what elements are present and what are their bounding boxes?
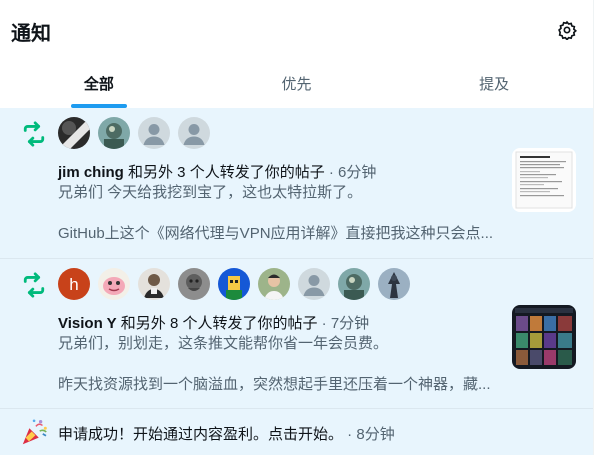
actor-name[interactable]: Vision Y — [58, 315, 117, 332]
avatar[interactable] — [138, 117, 170, 149]
notification-time: · 7分钟 — [317, 315, 370, 332]
post-thumbnail[interactable] — [512, 148, 576, 212]
post-thumbnail[interactable] — [512, 305, 576, 369]
notification-headline: Vision Y 和另外 8 个人转发了你的帖子 · 7分钟 — [58, 312, 369, 333]
notifications-feed: jim ching 和另外 3 个人转发了你的帖子 · 6分钟 兄弟们 今天给我… — [0, 108, 593, 455]
system-message-text: 申请成功！开始通过内容盈利。点击开始。 — [58, 426, 344, 443]
svg-text:h: h — [69, 275, 78, 294]
repost-notification[interactable]: h Vision Y 和另外 8 个人转发了你的帖子 · 7分钟 兄弟们，别划走… — [0, 258, 593, 408]
notification-time: · 6分钟 — [324, 164, 377, 181]
notification-summary: 和另外 3 个人转发了你的帖子 — [123, 164, 325, 181]
avatar-group: h — [58, 268, 410, 300]
tab-all-label: 全部 — [83, 75, 114, 93]
post-preview-line: 昨天找资源找到一个脑溢血，突然想起手里还压着一个神器，藏... — [58, 376, 491, 393]
notification-headline: jim ching 和另外 3 个人转发了你的帖子 · 6分钟 — [58, 161, 376, 182]
system-message: 申请成功！开始通过内容盈利。点击开始。 · 8分钟 — [58, 423, 395, 444]
party-popper-icon — [22, 419, 47, 445]
page-title: 通知 — [11, 23, 51, 45]
settings-gear-icon[interactable] — [553, 16, 581, 44]
tab-mentions-label: 提及 — [479, 75, 510, 93]
notification-time: · 8分钟 — [343, 426, 395, 443]
post-preview-line: GitHub上这个《网络代理与VPN应用详解》直接把我这种只会点... — [58, 225, 494, 242]
tab-mentions[interactable]: 提及 — [395, 58, 593, 108]
tab-priority-label: 优先 — [281, 75, 312, 93]
avatar[interactable] — [98, 268, 130, 300]
avatar[interactable] — [178, 268, 210, 300]
avatar[interactable]: h — [58, 268, 90, 300]
avatar[interactable] — [178, 117, 210, 149]
actor-name[interactable]: jim ching — [58, 164, 124, 181]
tab-priority[interactable]: 优先 — [198, 58, 396, 108]
header: 通知 — [0, 0, 593, 58]
post-preview-line: 兄弟们 今天给我挖到宝了，这也太特拉斯了。 — [58, 184, 363, 201]
avatar[interactable] — [218, 268, 250, 300]
avatar[interactable] — [258, 268, 290, 300]
avatar-group — [58, 117, 210, 149]
notification-tabs: 全部 优先 提及 — [0, 58, 593, 108]
avatar[interactable] — [98, 117, 130, 149]
avatar[interactable] — [338, 268, 370, 300]
notification-summary: 和另外 8 个人转发了你的帖子 — [116, 315, 318, 332]
avatar[interactable] — [378, 268, 410, 300]
repost-notification[interactable]: jim ching 和另外 3 个人转发了你的帖子 · 6分钟 兄弟们 今天给我… — [0, 108, 593, 258]
scrollbar[interactable] — [593, 0, 611, 455]
avatar[interactable] — [58, 117, 90, 149]
avatar[interactable] — [298, 268, 330, 300]
post-preview-line: 兄弟们，别划走，这条推文能帮你省一年会员费。 — [58, 335, 389, 352]
repost-icon — [23, 121, 45, 147]
repost-icon — [23, 272, 45, 298]
tab-all[interactable]: 全部 — [0, 58, 198, 108]
system-notification[interactable]: 申请成功！开始通过内容盈利。点击开始。 · 8分钟 — [0, 408, 593, 455]
avatar[interactable] — [138, 268, 170, 300]
